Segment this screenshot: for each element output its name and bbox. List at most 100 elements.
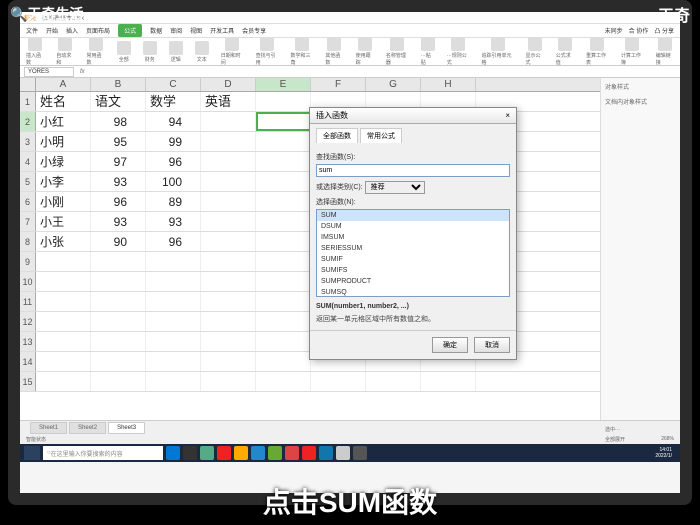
cell-D2[interactable] — [201, 112, 256, 131]
cell-B11[interactable] — [91, 292, 146, 311]
taskbar-app-icon[interactable] — [200, 446, 214, 460]
start-button[interactable] — [24, 446, 40, 460]
cell-E5[interactable] — [256, 172, 311, 191]
cell-C11[interactable] — [146, 292, 201, 311]
cell-E12[interactable] — [256, 312, 311, 331]
col-header-H[interactable]: H — [421, 78, 476, 91]
cell-E4[interactable] — [256, 152, 311, 171]
ribbon-其他函数[interactable]: 其他函数 — [325, 37, 343, 66]
ribbon-公式求值[interactable]: 公式求值 — [556, 37, 574, 66]
ribbon-···粘贴[interactable]: ···粘贴 — [421, 37, 435, 66]
menu-插入[interactable]: 插入 — [66, 26, 78, 35]
cell-A10[interactable] — [36, 272, 91, 291]
ribbon-查找与引用[interactable]: 查找与引用 — [256, 37, 279, 66]
cell-E13[interactable] — [256, 332, 311, 351]
cell-D6[interactable] — [201, 192, 256, 211]
cell-B2[interactable]: 98 — [91, 112, 146, 131]
cell-B10[interactable] — [91, 272, 146, 291]
cell-C7[interactable]: 93 — [146, 212, 201, 231]
cell-B13[interactable] — [91, 332, 146, 351]
cell-F15[interactable] — [311, 372, 366, 391]
cell-D7[interactable] — [201, 212, 256, 231]
ribbon-名称管理器[interactable]: 名称管理器 — [386, 37, 409, 66]
cell-C5[interactable]: 100 — [146, 172, 201, 191]
cell-C12[interactable] — [146, 312, 201, 331]
cell-C1[interactable]: 数学 — [146, 92, 201, 111]
function-item-SUMPRODUCT[interactable]: SUMPRODUCT — [317, 276, 509, 287]
taskbar-app-icon[interactable] — [353, 446, 367, 460]
col-header-F[interactable]: F — [311, 78, 366, 91]
cell-E1[interactable] — [256, 92, 311, 111]
ribbon-重算工作表[interactable]: 重算工作表 — [586, 37, 609, 66]
cell-D15[interactable] — [201, 372, 256, 391]
ribbon-全部[interactable]: 全部 — [117, 41, 131, 63]
row-header-1[interactable]: 1 — [20, 92, 36, 111]
function-list[interactable]: SUMDSUMIMSUMSERIESSUMSUMIFSUMIFSSUMPRODU… — [316, 209, 510, 297]
cell-A1[interactable]: 姓名 — [36, 92, 91, 111]
row-header-9[interactable]: 9 — [20, 252, 36, 271]
menu-页面布局[interactable]: 页面布局 — [86, 26, 110, 35]
taskbar-app-icon[interactable] — [319, 446, 333, 460]
cell-E9[interactable] — [256, 252, 311, 271]
taskbar-app-icon[interactable] — [234, 446, 248, 460]
col-header-A[interactable]: A — [36, 78, 91, 91]
cell-A8[interactable]: 小张 — [36, 232, 91, 251]
cell-D14[interactable] — [201, 352, 256, 371]
function-item-SUM[interactable]: SUM — [317, 210, 509, 221]
cell-A15[interactable] — [36, 372, 91, 391]
tab-common-formulas[interactable]: 常用公式 — [360, 128, 402, 143]
cell-B5[interactable]: 93 — [91, 172, 146, 191]
ribbon-计算工作簿[interactable]: 计算工作簿 — [621, 37, 644, 66]
cell-C3[interactable]: 99 — [146, 132, 201, 151]
taskbar-app-icon[interactable] — [302, 446, 316, 460]
ribbon-常用函数[interactable]: 常用函数 — [87, 37, 105, 66]
cell-B12[interactable] — [91, 312, 146, 331]
cell-A5[interactable]: 小李 — [36, 172, 91, 191]
cell-A7[interactable]: 小王 — [36, 212, 91, 231]
cell-D11[interactable] — [201, 292, 256, 311]
select-all-corner[interactable] — [20, 78, 36, 91]
cell-D10[interactable] — [201, 272, 256, 291]
row-header-7[interactable]: 7 — [20, 212, 36, 231]
cell-B8[interactable]: 90 — [91, 232, 146, 251]
cell-A4[interactable]: 小绿 — [36, 152, 91, 171]
taskbar-app-icon[interactable] — [268, 446, 282, 460]
ribbon-使用跟踪[interactable]: 使用跟踪 — [356, 37, 374, 66]
col-header-E[interactable]: E — [256, 78, 311, 91]
cell-C10[interactable] — [146, 272, 201, 291]
cell-B6[interactable]: 96 — [91, 192, 146, 211]
row-header-11[interactable]: 11 — [20, 292, 36, 311]
menu-right-item[interactable]: 凸 分享 — [654, 26, 674, 35]
ribbon-···规则公式[interactable]: ···规则公式 — [447, 37, 470, 66]
col-header-C[interactable]: C — [146, 78, 201, 91]
ribbon-插入函数[interactable]: 插入函数 — [26, 37, 44, 66]
cell-C14[interactable] — [146, 352, 201, 371]
sheet-tab-Sheet1[interactable]: Sheet1 — [30, 422, 67, 434]
menu-会员专享[interactable]: 会员专享 — [242, 26, 266, 35]
menu-开始[interactable]: 开始 — [46, 26, 58, 35]
ribbon-逻辑[interactable]: 逻辑 — [169, 41, 183, 63]
menu-right-item[interactable]: 未同步 — [605, 26, 623, 35]
menu-审阅[interactable]: 审阅 — [170, 26, 182, 35]
function-item-SUMIF[interactable]: SUMIF — [317, 254, 509, 265]
cell-A3[interactable]: 小明 — [36, 132, 91, 151]
cell-E14[interactable] — [256, 352, 311, 371]
function-item-DSUM[interactable]: DSUM — [317, 221, 509, 232]
search-input[interactable] — [316, 164, 510, 177]
cell-E8[interactable] — [256, 232, 311, 251]
taskbar-app-icon[interactable] — [217, 446, 231, 460]
cell-G15[interactable] — [366, 372, 421, 391]
function-item-IMSUM[interactable]: IMSUM — [317, 232, 509, 243]
cell-B4[interactable]: 97 — [91, 152, 146, 171]
cell-C8[interactable]: 96 — [146, 232, 201, 251]
cell-A13[interactable] — [36, 332, 91, 351]
cell-H15[interactable] — [421, 372, 476, 391]
taskbar-app-icon[interactable] — [183, 446, 197, 460]
cell-D4[interactable] — [201, 152, 256, 171]
col-header-G[interactable]: G — [366, 78, 421, 91]
row-header-2[interactable]: 2 — [20, 112, 36, 131]
cell-C2[interactable]: 94 — [146, 112, 201, 131]
cell-B15[interactable] — [91, 372, 146, 391]
taskbar-app-icon[interactable] — [251, 446, 265, 460]
function-item-SUMIFS[interactable]: SUMIFS — [317, 265, 509, 276]
